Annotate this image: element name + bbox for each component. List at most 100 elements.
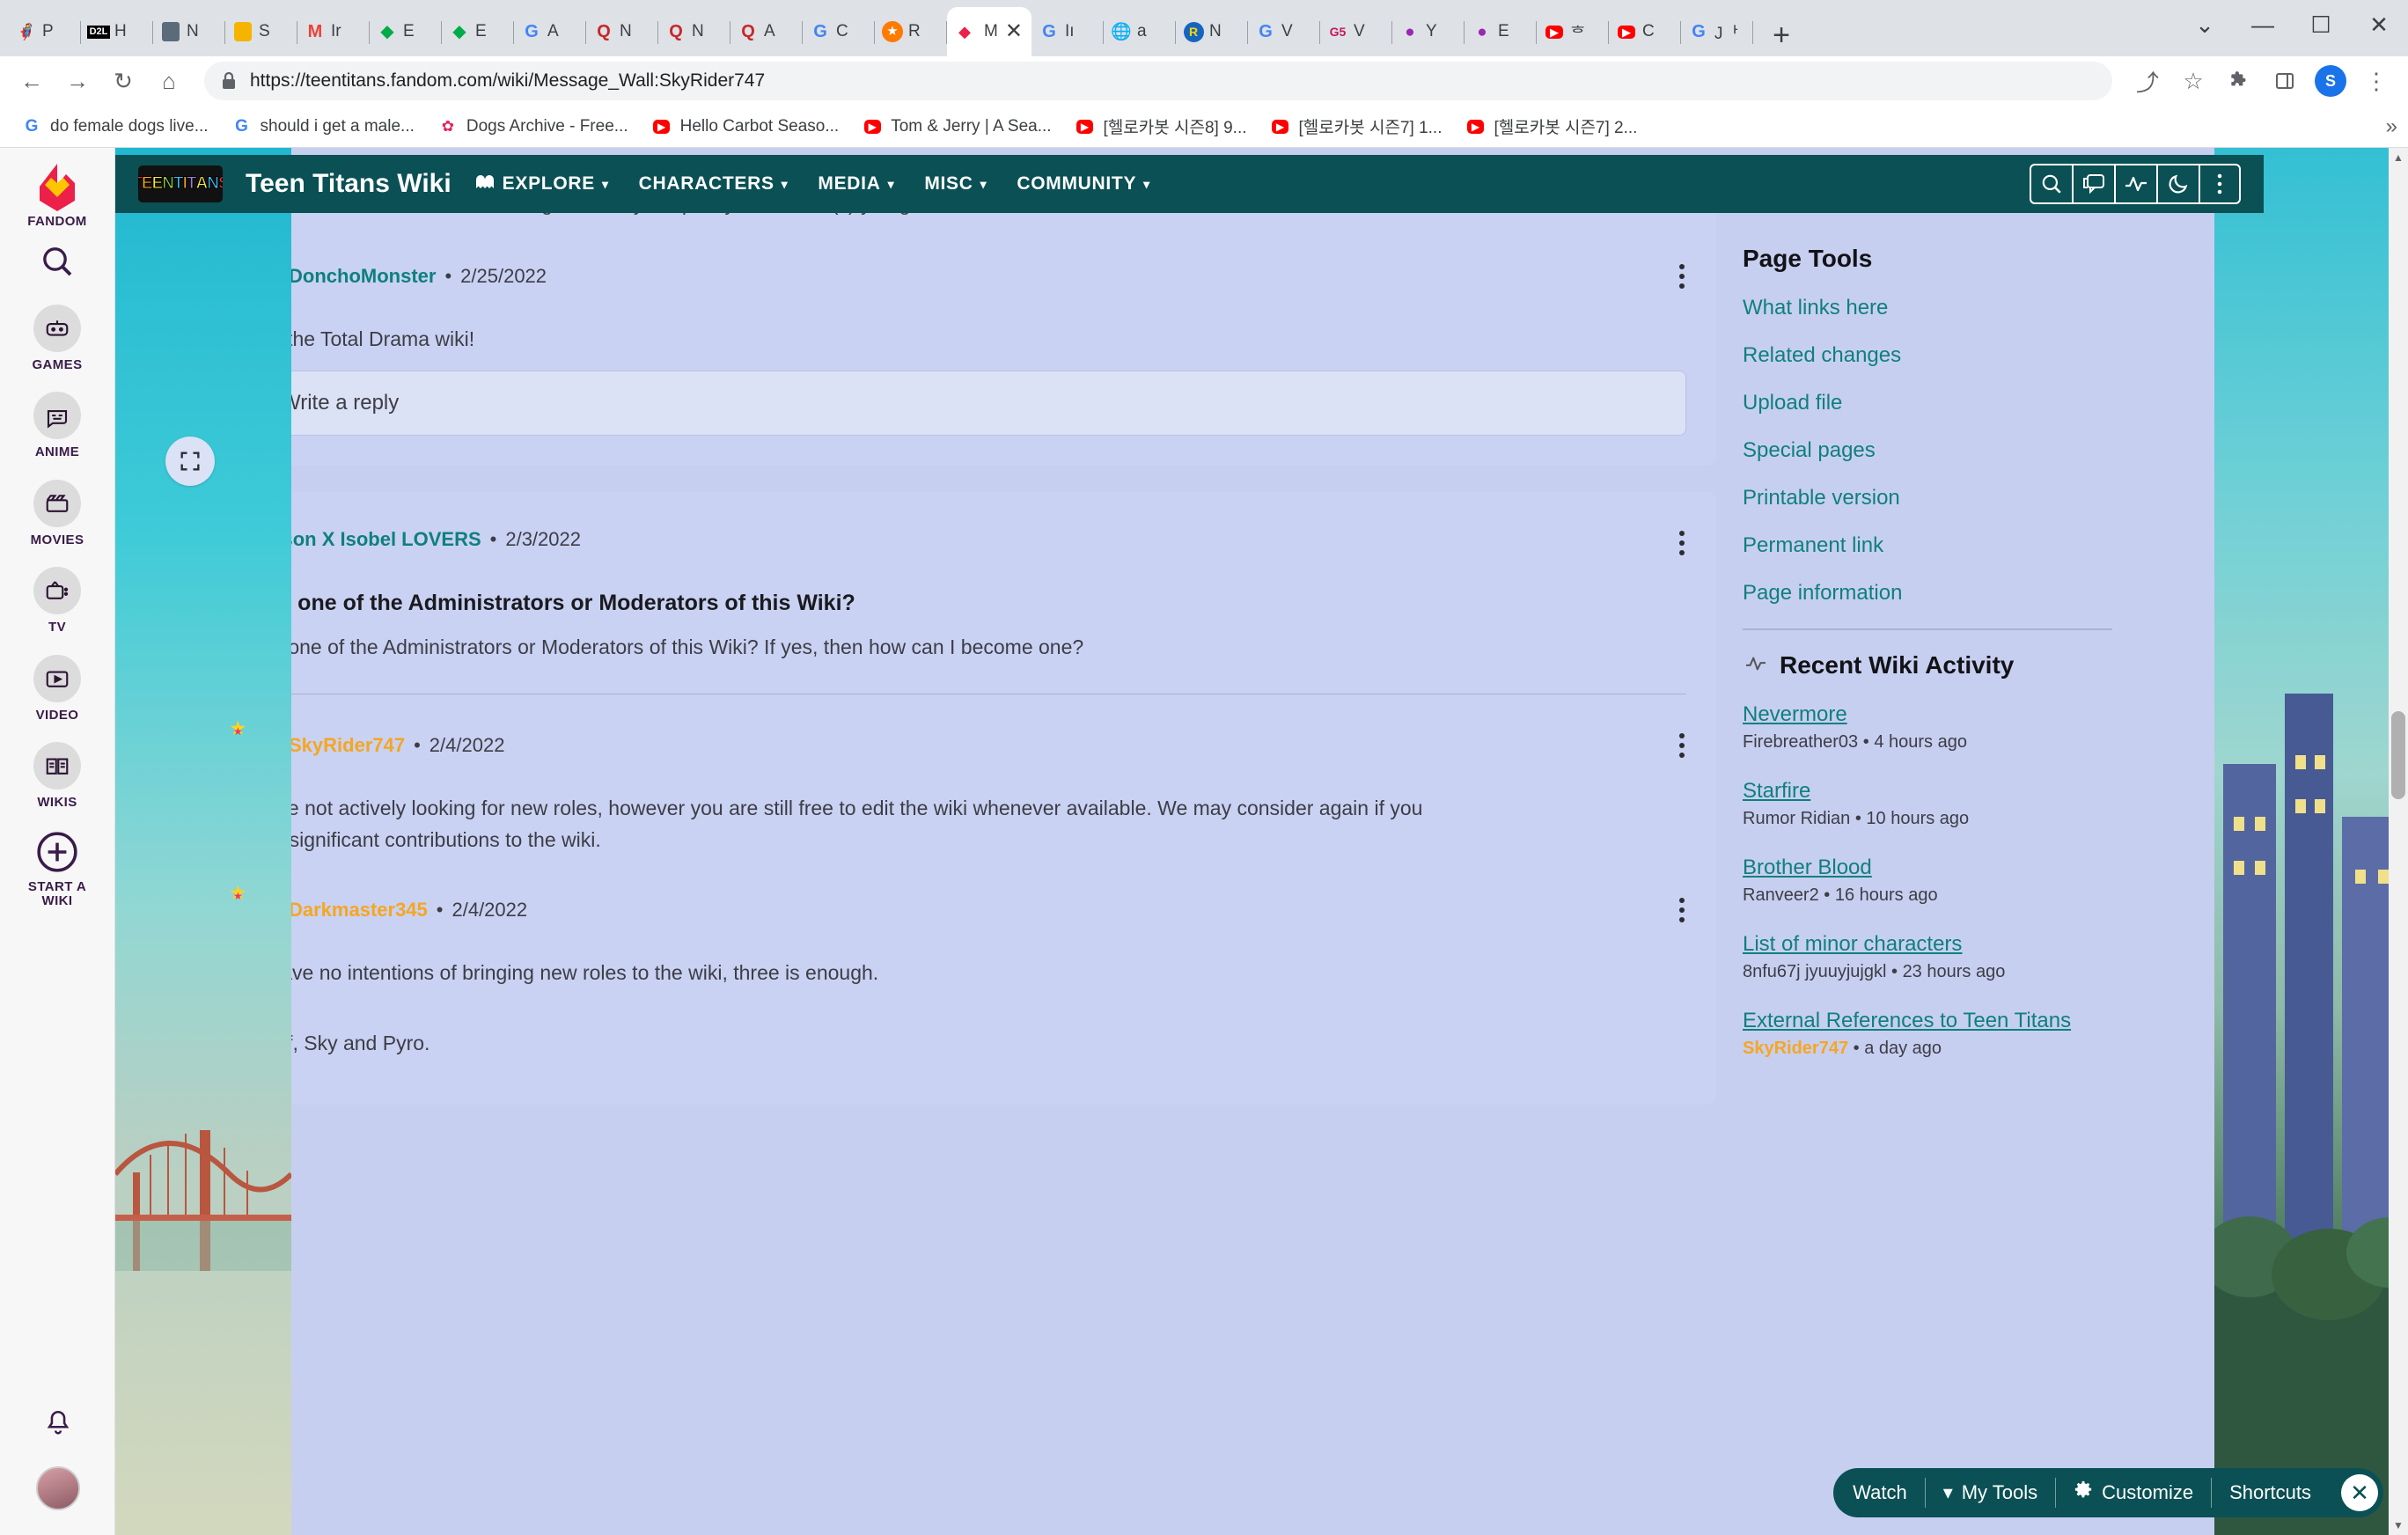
nav-item-explore[interactable]: EXPLORE ▾ — [474, 173, 609, 195]
bookmark-item[interactable]: ▶ [헬로카봇 시즌7] 1... — [1261, 111, 1451, 142]
tab-title: R — [908, 22, 921, 40]
rail-item-movies[interactable]: MOVIES — [31, 479, 84, 548]
browser-tab[interactable]: GA — [514, 7, 586, 56]
minimize-button[interactable]: — — [2234, 0, 2292, 49]
youtube-icon: ▶ — [1270, 116, 1291, 137]
youtube-icon: ▶ — [1542, 19, 1567, 44]
bell-icon[interactable] — [43, 1407, 73, 1443]
d2l-icon: D2L — [86, 19, 111, 44]
browser-tab[interactable]: ★ R — [875, 7, 947, 56]
close-window-button[interactable]: ✕ — [2350, 0, 2408, 49]
browser-menu-icon[interactable]: ⋮ — [2355, 60, 2397, 102]
nav-item-media[interactable]: MEDIA ▾ — [818, 173, 894, 195]
browser-tab[interactable]: 🦸 P — [9, 7, 81, 56]
google-icon: G — [25, 116, 39, 136]
rail-item-wikis[interactable]: WIKIS — [33, 742, 81, 811]
chevron-down-icon: ▾ — [980, 176, 987, 191]
browser-tab[interactable]: ● Y — [1392, 7, 1465, 56]
browser-tab[interactable]: ▶ C — [1609, 7, 1681, 56]
side-panel-icon[interactable] — [2264, 60, 2306, 102]
extensions-icon[interactable] — [2218, 60, 2260, 102]
browser-tab-active[interactable]: ◆ M ✕ — [947, 7, 1031, 56]
browser-tab[interactable]: ◆ E — [442, 7, 514, 56]
my-tools-button[interactable]: ▾ My Tools — [1926, 1478, 2057, 1508]
nav-item-label: MEDIA — [818, 173, 881, 194]
browser-tab[interactable]: 🌐 a — [1104, 7, 1176, 56]
home-icon[interactable]: ⌂ — [148, 60, 190, 102]
rail-item-video[interactable]: VIDEO — [33, 654, 81, 723]
wiki-header-bar: TEENTITANS Teen Titans Wiki EXPLORE▾ CHAR… — [115, 155, 2264, 213]
profile-button[interactable]: S — [2309, 60, 2352, 102]
browser-tab[interactable]: G5 V — [1320, 7, 1392, 56]
close-tab-icon[interactable]: ✕ — [1005, 21, 1026, 42]
search-icon[interactable] — [2030, 164, 2072, 204]
teen-titans-logo[interactable]: TEENTITANS — [138, 165, 223, 202]
sticky-note-icon — [231, 19, 255, 44]
rail-item-label: TV — [48, 620, 66, 635]
browser-tab[interactable]: QN — [586, 7, 658, 56]
bookmark-item[interactable]: ▶ Hello Carbot Seaso... — [642, 113, 848, 141]
maximize-button[interactable]: ☐ — [2292, 0, 2350, 49]
reload-icon[interactable]: ↻ — [102, 60, 144, 102]
fandom-global-rail: FANDOM GAMES ANIME MOVIES TV VIDEO WIKIS START… — [0, 148, 115, 1535]
back-icon[interactable]: ← — [11, 60, 53, 102]
customize-button[interactable]: Customize — [2056, 1478, 2213, 1508]
discussions-icon[interactable] — [2072, 164, 2114, 204]
expand-icon[interactable] — [165, 437, 215, 486]
rail-item-anime[interactable]: ANIME — [33, 392, 81, 460]
dark-mode-icon[interactable] — [2156, 164, 2199, 204]
rail-item-tv[interactable]: TV — [33, 567, 81, 635]
close-icon[interactable]: ✕ — [2341, 1474, 2378, 1511]
scrollbar-thumb[interactable] — [2391, 711, 2405, 799]
browser-tab[interactable]: QN — [658, 7, 730, 56]
more-options-icon[interactable] — [2199, 164, 2241, 204]
browser-tab[interactable]: GC — [803, 7, 875, 56]
rail-item-games[interactable]: GAMES — [32, 304, 82, 373]
nav-item-characters[interactable]: CHARACTERS ▾ — [639, 173, 789, 195]
shortcuts-button[interactable]: Shortcuts — [2212, 1478, 2329, 1508]
scroll-up-arrow[interactable]: ▲ — [2389, 148, 2408, 167]
browser-tab[interactable]: ◆ E — [370, 7, 442, 56]
browser-tab[interactable]: D2L H — [81, 7, 153, 56]
bookmark-item[interactable]: ▶ [헬로카봇 시즌7] 2... — [1456, 111, 1646, 142]
address-bar[interactable]: https://teentitans.fandom.com/wiki/Messa… — [204, 62, 2112, 100]
bookmark-item[interactable]: ▶ Tom & Jerry | A Sea... — [853, 113, 1060, 141]
superhero-icon: 🦸 — [16, 23, 37, 40]
rail-item-label: VIDEO — [35, 707, 79, 723]
browser-tab[interactable]: M Ir — [297, 7, 370, 56]
youtube-icon: ▶ — [1075, 116, 1096, 137]
scroll-down-arrow[interactable]: ▼ — [2389, 1516, 2408, 1535]
new-tab-button[interactable]: + — [1760, 14, 1802, 56]
logo-letter: A — [195, 174, 209, 194]
watch-button[interactable]: Watch — [1853, 1478, 1926, 1508]
tab-search-button[interactable]: ⌄ — [2176, 0, 2234, 49]
browser-tab[interactable]: QA — [730, 7, 803, 56]
dogs-archive-icon: ✿ — [441, 117, 454, 135]
activity-icon[interactable] — [2114, 164, 2156, 204]
browser-tab[interactable]: S — [225, 7, 297, 56]
browser-tab[interactable]: G Jᅡ — [1681, 7, 1753, 56]
browser-tab[interactable]: ▶ ᄒ — [1537, 7, 1609, 56]
browser-tab[interactable]: N — [153, 7, 225, 56]
nav-item-misc[interactable]: MISC ▾ — [924, 173, 987, 195]
browser-tab[interactable]: G Iı — [1031, 7, 1104, 56]
page-scrollbar[interactable]: ▲ ▼ — [2389, 148, 2408, 1535]
browser-tab[interactable]: ● E — [1465, 7, 1537, 56]
browser-tab[interactable]: GV — [1248, 7, 1320, 56]
wiki-title[interactable]: Teen Titans Wiki — [246, 169, 452, 199]
bookmark-item[interactable]: ▶ [헬로카봇 시즌8] 9... — [1066, 111, 1256, 142]
bookmark-item[interactable]: Gshould i get a male... — [223, 113, 423, 141]
bookmark-star-icon[interactable]: ☆ — [2172, 60, 2214, 102]
forward-icon[interactable]: → — [56, 60, 99, 102]
rail-search-button[interactable] — [40, 244, 75, 285]
fandom-logo-icon[interactable] — [31, 162, 84, 213]
share-icon[interactable]: ⤴ — [2126, 60, 2169, 102]
nav-item-community[interactable]: COMMUNITY ▾ — [1017, 173, 1150, 195]
browser-tab[interactable]: RN — [1176, 7, 1248, 56]
url-text: https://teentitans.fandom.com/wiki/Messa… — [250, 70, 766, 91]
bookmark-item[interactable]: Gdo female dogs live... — [12, 113, 217, 141]
bookmarks-overflow-button[interactable]: » — [2386, 114, 2397, 139]
rail-item-start-a-wiki[interactable]: START A WIKI — [28, 830, 86, 909]
bookmark-item[interactable]: ✿ Dogs Archive - Free... — [429, 113, 637, 141]
current-user-avatar[interactable] — [35, 1466, 80, 1510]
